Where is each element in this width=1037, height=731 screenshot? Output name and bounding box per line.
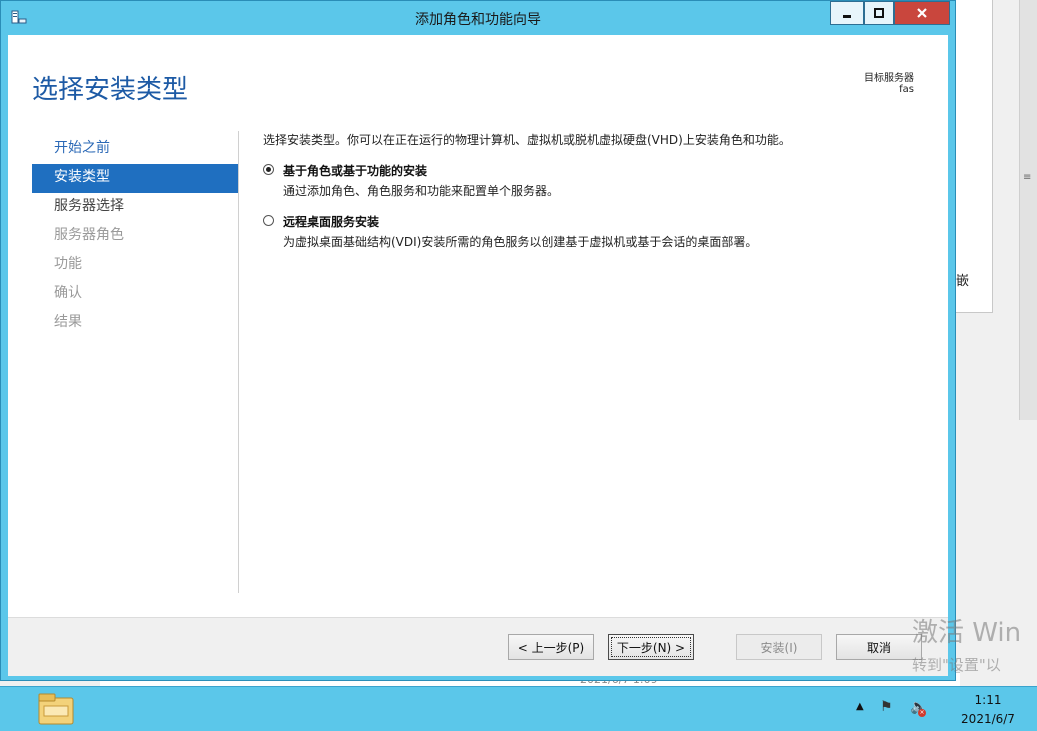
option-title[interactable]: 远程桌面服务安装 [283, 213, 933, 230]
close-icon [917, 8, 927, 18]
nav-step-features: 功能 [54, 256, 82, 272]
previous-button[interactable]: < 上一步(P) [508, 634, 594, 660]
wizard-client-area: 选择安装类型 目标服务器 fas 开始之前 安装类型 服务器选择 服务器角色 功… [8, 35, 948, 676]
cancel-button[interactable]: 取消 [836, 634, 922, 660]
clock-date[interactable]: 2021/6/7 [950, 712, 1026, 726]
background-panel [954, 0, 993, 313]
next-button[interactable]: 下一步(N) > [608, 634, 694, 660]
target-server-label: 目标服务器 [864, 73, 914, 84]
target-server-value: fas [899, 84, 914, 95]
activation-watermark-title: 激活 Win [912, 618, 1022, 648]
wizard-step-nav: 开始之前 安装类型 服务器选择 服务器角色 功能 确认 结果 [32, 135, 238, 338]
title-bar[interactable]: 添加角色和功能向导 [1, 1, 955, 35]
nav-step-results: 结果 [54, 314, 82, 330]
minimize-button[interactable] [830, 1, 864, 25]
file-explorer-icon[interactable] [36, 692, 76, 726]
background-panel-text: 嵌 [956, 274, 970, 289]
option-title[interactable]: 基于角色或基于功能的安装 [283, 162, 933, 179]
radio-role-based[interactable] [263, 164, 274, 175]
clock-time[interactable]: 1:11 [958, 693, 1018, 707]
content-panel: 选择安装类型。你可以在正在运行的物理计算机、虚拟机或脱机虚拟硬盘(VHD)上安装… [263, 131, 933, 250]
option-role-based-install[interactable]: 基于角色或基于功能的安装 通过添加角色、角色服务和功能来配置单个服务器。 [263, 162, 933, 199]
wizard-window: 添加角色和功能向导 选择安装类型 目标服务器 fas 开始之前 安装类型 服务器… [0, 0, 956, 681]
maximize-button[interactable] [864, 1, 894, 25]
nav-step-server-selection[interactable]: 服务器选择 [32, 193, 238, 222]
nav-divider [238, 131, 239, 593]
nav-step-installation-type[interactable]: 安装类型 [32, 164, 238, 193]
nav-step-confirmation: 确认 [54, 285, 82, 301]
action-center-flag-icon[interactable]: ⚑ [880, 699, 893, 715]
activation-watermark-subtitle: 转到"设置"以 [912, 656, 1001, 674]
maximize-icon [874, 8, 884, 18]
mute-badge-icon: × [918, 709, 926, 717]
show-hidden-icons-icon[interactable]: ▲ [856, 701, 864, 712]
intro-text: 选择安装类型。你可以在正在运行的物理计算机、虚拟机或脱机虚拟硬盘(VHD)上安装… [263, 133, 791, 147]
nav-step-server-roles: 服务器角色 [54, 227, 124, 243]
page-title: 选择安装类型 [32, 75, 189, 105]
nav-step-before-you-begin[interactable]: 开始之前 [32, 135, 238, 164]
install-button[interactable]: 安装(I) [736, 634, 822, 660]
close-button[interactable] [894, 1, 950, 25]
scrollbar-grip-icon: ≡ [1023, 172, 1032, 183]
button-bar: < 上一步(P) 下一步(N) > 安装(I) 取消 [8, 617, 948, 676]
background-scrollbar[interactable] [1019, 0, 1037, 420]
taskbar: ▲ ⚑ 🔈 × 1:11 2021/6/7 [0, 686, 1037, 731]
option-description: 通过添加角色、角色服务和功能来配置单个服务器。 [283, 184, 560, 198]
radio-remote-desktop[interactable] [263, 215, 274, 226]
window-title: 添加角色和功能向导 [415, 12, 541, 28]
minimize-icon [843, 15, 851, 18]
option-remote-desktop-install[interactable]: 远程桌面服务安装 为虚拟桌面基础结构(VDI)安装所需的角色服务以创建基于虚拟机… [263, 213, 933, 250]
option-description: 为虚拟桌面基础结构(VDI)安装所需的角色服务以创建基于虚拟机或基于会话的桌面部… [283, 235, 758, 249]
